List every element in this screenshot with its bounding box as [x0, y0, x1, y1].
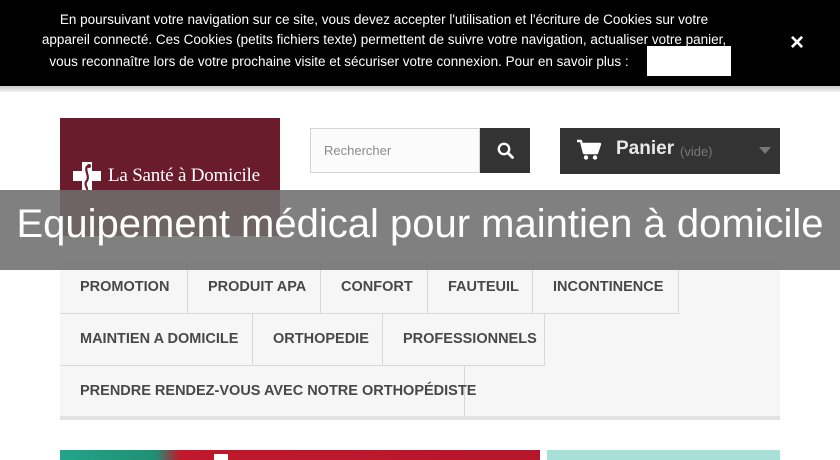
chevron-down-icon [759, 147, 771, 154]
cookie-message: En poursuivant votre navigation sur ce s… [14, 10, 754, 72]
shopping-cart-icon [577, 139, 602, 160]
search-input[interactable] [310, 128, 480, 173]
banner-detail [214, 454, 228, 460]
cookie-line-1: En poursuivant votre navigation sur ce s… [59, 12, 709, 27]
cart-dropdown[interactable]: Panier (vide) [560, 128, 780, 174]
cart-status: (vide) [680, 144, 713, 159]
logo-text: La Santé à Domicile [108, 165, 260, 186]
page-title-band: Equipement médical pour maintien à domic… [0, 190, 840, 270]
cookie-banner-shadow [0, 86, 840, 92]
cookie-banner: En poursuivant votre navigation sur ce s… [0, 0, 840, 86]
page-title: Equipement médical pour maintien à domic… [16, 202, 824, 246]
cart-label: Panier [616, 138, 675, 159]
nav-item-orthopedie[interactable]: ORTHOPEDIE [253, 314, 383, 366]
nav-item-maintien-a-domicile[interactable]: MAINTIEN A DOMICILE [60, 314, 253, 366]
main-navigation: PROMOTION PRODUIT APA CONFORT FAUTEUIL I… [60, 262, 780, 420]
close-icon[interactable]: × [784, 30, 810, 56]
side-banner[interactable] [547, 450, 780, 460]
cookie-line-3: vous reconnaître lors de votre prochaine… [49, 54, 629, 69]
slider-banner[interactable] [60, 450, 540, 460]
search-icon [497, 142, 514, 159]
cookie-learn-more-button[interactable] [647, 46, 731, 76]
nav-item-professionnels[interactable]: PROFESSIONNELS [383, 314, 545, 366]
cookie-line-2: appareil connecté. Ces Cookies (petits f… [41, 32, 727, 47]
medical-cross-icon [72, 160, 104, 192]
nav-item-rendez-vous-orthopediste[interactable]: PRENDRE RENDEZ-VOUS AVEC NOTRE ORTHOPÉDI… [60, 366, 476, 418]
logo-content: La Santé à Domicile [72, 160, 260, 192]
search-button[interactable] [480, 128, 530, 173]
